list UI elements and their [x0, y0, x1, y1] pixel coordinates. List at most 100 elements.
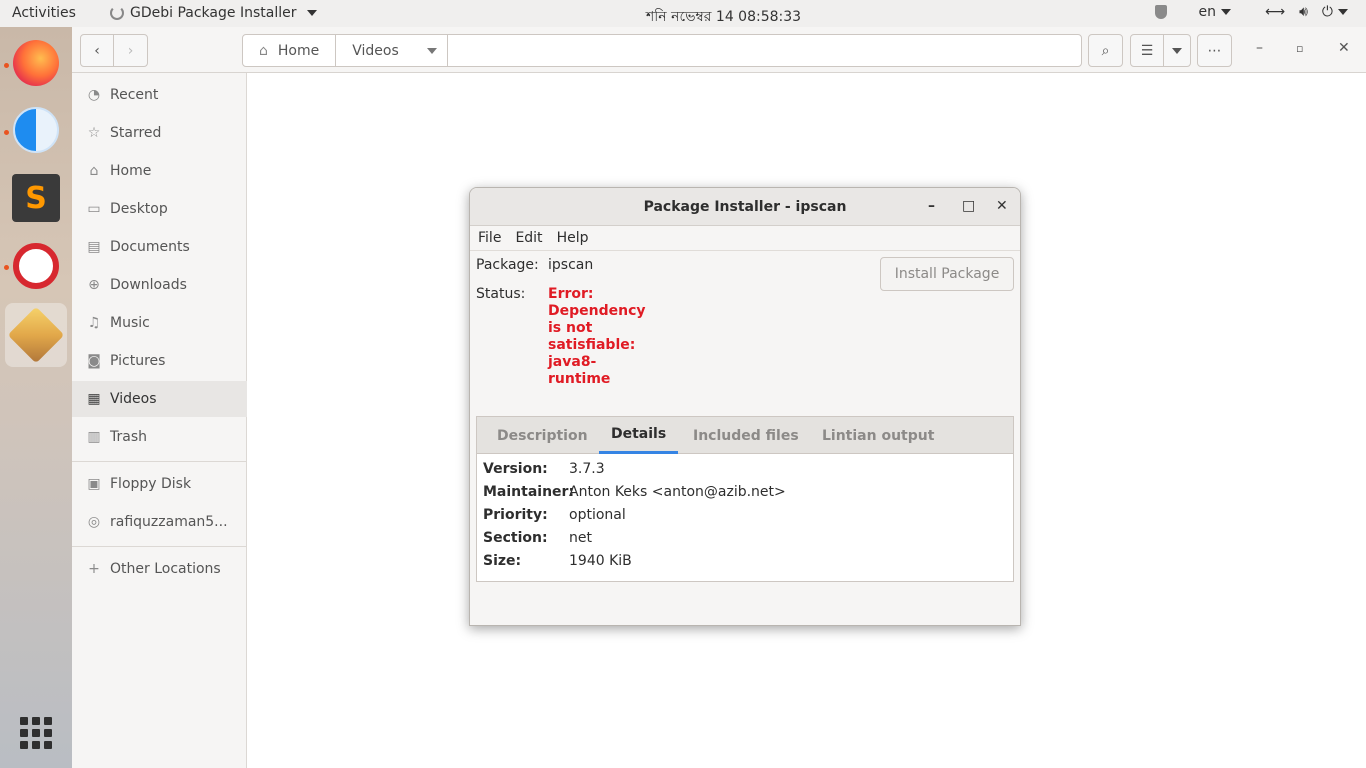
sidebar-item-pictures[interactable]: ◙ Pictures: [72, 343, 247, 379]
path-videos[interactable]: Videos: [336, 35, 448, 66]
chevron-down-icon: [426, 47, 437, 54]
sidebar-item-label: Documents: [110, 239, 190, 255]
details-notebook: Description Details Included files Linti…: [476, 416, 1014, 582]
show-applications-button[interactable]: [20, 717, 52, 749]
menu-edit[interactable]: Edit: [515, 230, 542, 246]
app-launcher-red[interactable]: [10, 240, 62, 292]
sidebar-item-label: Recent: [110, 87, 159, 103]
tab-description[interactable]: Description: [497, 417, 588, 454]
minimize-button[interactable]: –: [928, 198, 935, 214]
detail-value: 1940 KiB: [569, 553, 632, 569]
app-menu-label: GDebi Package Installer: [130, 5, 297, 21]
chevron-down-icon: [1172, 47, 1182, 54]
close-button[interactable]: ✕: [1338, 40, 1350, 56]
film-icon: ▦: [87, 391, 101, 407]
running-indicator: [4, 265, 9, 270]
tab-included-files[interactable]: Included files: [693, 417, 799, 454]
search-icon: ⌕: [1101, 42, 1110, 59]
keyboard-layout-indicator[interactable]: en: [1199, 4, 1232, 20]
sidebar-item-other-locations[interactable]: + Other Locations: [72, 551, 247, 587]
dock: S: [0, 27, 72, 768]
firefox-launcher[interactable]: [10, 37, 62, 89]
sidebar-item-label: Videos: [110, 391, 157, 407]
detail-value: optional: [569, 507, 626, 523]
sidebar-item-downloads[interactable]: ⊕ Downloads: [72, 267, 247, 303]
status-error-line: Dependency: [548, 303, 646, 319]
network-share-icon: ◎: [87, 514, 101, 530]
detail-key: Maintainer:: [483, 484, 575, 500]
dialog-titlebar[interactable]: Package Installer - ipscan – □ ✕: [470, 188, 1020, 226]
maximize-button[interactable]: ▫: [1296, 42, 1303, 55]
install-package-button[interactable]: Install Package: [880, 257, 1014, 291]
status-label: Status:: [476, 286, 526, 302]
view-list-button[interactable]: ☰: [1130, 34, 1164, 67]
chevron-down-icon: [1221, 9, 1232, 15]
clock[interactable]: শনি নভেম্বর 14 08:58:33: [646, 5, 801, 29]
sidebar-item-label: Starred: [110, 125, 162, 141]
loading-icon: [110, 6, 124, 20]
volume-icon[interactable]: 🔊︎: [1299, 4, 1308, 20]
files-headerbar: ‹ › ⌂ Home Videos ⌕ ☰ ⋯ – ▫ ✕: [72, 27, 1366, 73]
menu-help[interactable]: Help: [557, 230, 589, 246]
sublime-text-icon: S: [12, 174, 60, 222]
menu-file[interactable]: File: [478, 230, 501, 246]
tab-bar: Description Details Included files Linti…: [477, 417, 1013, 454]
tab-details[interactable]: Details: [599, 417, 679, 454]
firefox-icon: [13, 40, 59, 86]
network-icon[interactable]: ⟷: [1265, 4, 1285, 20]
sidebar-divider: [72, 546, 247, 547]
sidebar-item-desktop[interactable]: ▭ Desktop: [72, 191, 247, 227]
finder-launcher[interactable]: [10, 104, 62, 156]
path-home[interactable]: ⌂ Home: [243, 35, 337, 66]
minimize-button[interactable]: –: [1256, 40, 1263, 56]
sidebar-item-starred[interactable]: ☆ Starred: [72, 115, 247, 151]
shield-icon[interactable]: [1154, 5, 1167, 19]
sidebar-item-label: Trash: [110, 429, 147, 445]
sidebar-item-documents[interactable]: ▤ Documents: [72, 229, 247, 265]
sidebar-item-videos[interactable]: ▦ Videos: [72, 381, 247, 417]
chevron-right-icon: ›: [127, 42, 134, 59]
detail-value: 3.7.3: [569, 461, 605, 477]
top-bar: Activities GDebi Package Installer শনি ন…: [0, 0, 1366, 27]
plus-icon: +: [88, 561, 100, 577]
detail-key: Priority:: [483, 507, 548, 523]
detail-row-size: Size: 1940 KiB: [483, 553, 632, 569]
sidebar-item-floppy[interactable]: ▣ Floppy Disk: [72, 466, 247, 502]
detail-row-priority: Priority: optional: [483, 507, 626, 523]
sidebar-item-label: Pictures: [110, 353, 166, 369]
app-menu[interactable]: GDebi Package Installer: [110, 5, 318, 21]
activities-button[interactable]: Activities: [12, 5, 76, 21]
sidebar-item-label: Downloads: [110, 277, 187, 293]
desktop-icon: ▭: [87, 201, 101, 217]
path-bar: ⌂ Home Videos: [242, 34, 1082, 67]
camera-icon: ◙: [87, 353, 101, 369]
sidebar-item-network[interactable]: ◎ rafiquzzaman5...: [72, 504, 247, 540]
status-error-line: is not: [548, 320, 593, 336]
finder-icon: [13, 107, 59, 153]
sidebar-item-label: Desktop: [110, 201, 168, 217]
detail-key: Version:: [483, 461, 548, 477]
running-indicator: [4, 130, 9, 135]
more-icon: ⋯: [1207, 42, 1222, 59]
list-icon: ☰: [1140, 42, 1154, 59]
maximize-button[interactable]: □: [962, 198, 975, 214]
close-button[interactable]: ✕: [996, 198, 1008, 214]
back-button[interactable]: ‹: [80, 34, 114, 67]
tab-lintian-output[interactable]: Lintian output: [822, 417, 934, 454]
download-icon: ⊕: [88, 277, 100, 293]
detail-key: Size:: [483, 553, 522, 569]
document-icon: ▤: [87, 239, 101, 255]
power-icon[interactable]: ⏻: [1322, 4, 1348, 20]
forward-button[interactable]: ›: [113, 34, 148, 67]
gdebi-launcher[interactable]: [4, 303, 68, 367]
menu-button[interactable]: ⋯: [1197, 34, 1232, 67]
sidebar-item-recent[interactable]: ◔ Recent: [72, 77, 247, 113]
sidebar-item-music[interactable]: ♫ Music: [72, 305, 247, 341]
view-options-button[interactable]: [1163, 34, 1191, 67]
status-error-line: Error:: [548, 286, 594, 302]
sublime-launcher[interactable]: S: [10, 172, 62, 224]
path-home-label: Home: [277, 42, 320, 59]
sidebar-item-trash[interactable]: ▥ Trash: [72, 419, 247, 455]
sidebar-item-home[interactable]: ⌂ Home: [72, 153, 247, 189]
search-button[interactable]: ⌕: [1088, 34, 1123, 67]
